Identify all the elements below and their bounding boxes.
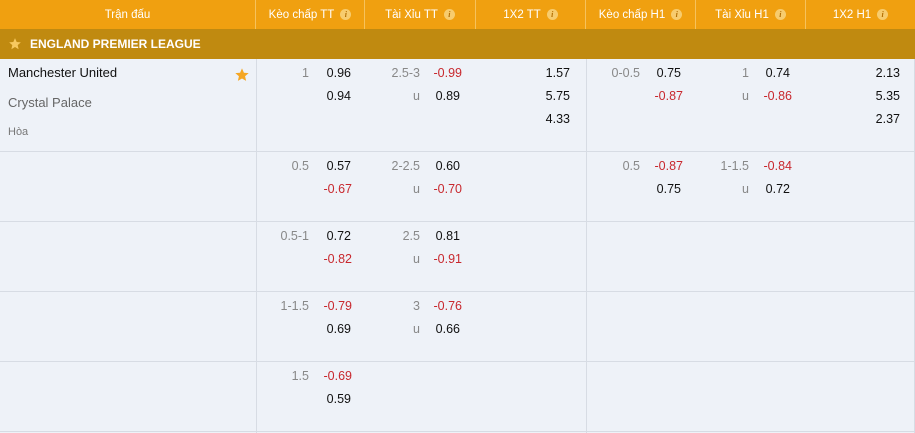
row-divider xyxy=(0,291,915,292)
hdp-ft-away-odds[interactable]: 0.94 xyxy=(327,89,351,103)
col-header-1x2-ft[interactable]: 1X2 TT i xyxy=(476,0,586,29)
ou-ft-under-odds[interactable]: 0.89 xyxy=(436,89,460,103)
hdp-ft-home-odds[interactable]: 0.72 xyxy=(327,229,351,243)
ou-ft-over-odds[interactable]: 0.81 xyxy=(436,229,460,243)
ou-ft-under-label: u xyxy=(413,252,420,266)
col-header-hdp-h1[interactable]: Kèo chấp H1 i xyxy=(586,0,696,29)
hdp-ft-away-odds[interactable]: 0.69 xyxy=(327,322,351,336)
row-divider xyxy=(0,151,915,152)
hdp-h1-line: 0-0.5 xyxy=(611,66,641,80)
1x2-ft-home-odds[interactable]: 1.57 xyxy=(546,66,570,80)
hdp-ft-away-odds[interactable]: 0.59 xyxy=(327,392,351,406)
1x2-h1-home-odds[interactable]: 2.13 xyxy=(876,66,900,80)
ou-ft-under-odds[interactable]: 0.66 xyxy=(436,322,460,336)
1x2-h1-draw-odds[interactable]: 2.37 xyxy=(876,112,900,126)
info-icon[interactable]: i xyxy=(443,9,455,20)
col-header-hdp-ft-label: Kèo chấp TT xyxy=(268,8,335,21)
column-divider xyxy=(586,59,587,433)
ou-h1-under-label: u xyxy=(742,89,749,103)
ou-h1-over-odds[interactable]: -0.84 xyxy=(764,159,793,173)
ou-h1-over-odds[interactable]: 0.74 xyxy=(766,66,790,80)
col-header-ou-ft[interactable]: Tài Xỉu TT i xyxy=(365,0,476,29)
odds-table-header: Trận đấu Kèo chấp TT i Tài Xỉu TT i 1X2 … xyxy=(0,0,915,29)
hdp-ft-home-odds[interactable]: 0.96 xyxy=(327,66,351,80)
1x2-h1-away-odds[interactable]: 5.35 xyxy=(876,89,900,103)
draw-label: Hòa xyxy=(8,126,29,138)
col-header-match: Trận đấu xyxy=(0,0,256,29)
ou-ft-under-odds[interactable]: -0.91 xyxy=(434,252,463,266)
hdp-ft-home-odds[interactable]: -0.79 xyxy=(324,299,353,313)
ou-h1-line: 1 xyxy=(742,66,749,80)
info-icon[interactable]: i xyxy=(877,9,889,20)
ou-h1-under-label: u xyxy=(742,182,749,196)
ou-ft-line: 2.5 xyxy=(402,229,420,243)
hdp-h1-line: 0.5 xyxy=(622,159,640,173)
ou-ft-line: 2.5-3 xyxy=(391,66,421,80)
hdp-ft-line: 1.5 xyxy=(291,369,309,383)
hdp-ft-away-odds[interactable]: -0.67 xyxy=(324,182,353,196)
ou-ft-under-odds[interactable]: -0.70 xyxy=(434,182,463,196)
ou-ft-under-label: u xyxy=(413,89,420,103)
league-bar[interactable]: ENGLAND PREMIER LEAGUE xyxy=(0,29,915,59)
odds-grid: Manchester United Crystal Palace Hòa 1 0… xyxy=(0,59,915,433)
hdp-h1-away-odds[interactable]: -0.87 xyxy=(655,89,684,103)
row-divider xyxy=(0,361,915,362)
col-header-ou-ft-label: Tài Xỉu TT xyxy=(385,8,438,21)
hdp-ft-line: 1-1.5 xyxy=(280,299,310,313)
ou-h1-line: 1-1.5 xyxy=(720,159,750,173)
col-header-hdp-h1-label: Kèo chấp H1 xyxy=(598,8,666,21)
home-team-name[interactable]: Manchester United xyxy=(8,65,117,80)
col-header-ou-h1[interactable]: Tài Xỉu H1 i xyxy=(696,0,806,29)
col-header-ou-h1-label: Tài Xỉu H1 xyxy=(715,8,769,21)
hdp-ft-home-odds[interactable]: -0.69 xyxy=(324,369,353,383)
row-divider xyxy=(0,431,915,432)
star-icon[interactable] xyxy=(8,37,22,51)
ou-ft-over-odds[interactable]: 0.60 xyxy=(436,159,460,173)
col-header-1x2-h1[interactable]: 1X2 H1 i xyxy=(806,0,915,29)
info-icon[interactable]: i xyxy=(546,9,558,20)
1x2-ft-draw-odds[interactable]: 4.33 xyxy=(546,112,570,126)
league-name: ENGLAND PREMIER LEAGUE xyxy=(30,37,201,51)
ou-ft-under-label: u xyxy=(413,322,420,336)
ou-ft-line: 3 xyxy=(413,299,420,313)
hdp-h1-home-odds[interactable]: 0.75 xyxy=(657,66,681,80)
favorite-star-icon[interactable] xyxy=(234,67,250,83)
hdp-ft-home-odds[interactable]: 0.57 xyxy=(327,159,351,173)
col-header-1x2-h1-label: 1X2 H1 xyxy=(832,8,872,21)
info-icon[interactable]: i xyxy=(774,9,786,20)
hdp-ft-line: 0.5 xyxy=(291,159,309,173)
hdp-ft-line: 0.5-1 xyxy=(280,229,310,243)
hdp-h1-away-odds[interactable]: 0.75 xyxy=(657,182,681,196)
ou-ft-over-odds[interactable]: -0.76 xyxy=(434,299,463,313)
info-icon[interactable]: i xyxy=(671,9,683,20)
info-icon[interactable]: i xyxy=(340,9,352,20)
ou-ft-under-label: u xyxy=(413,182,420,196)
away-team-name[interactable]: Crystal Palace xyxy=(8,95,92,110)
column-divider xyxy=(256,59,257,433)
1x2-ft-away-odds[interactable]: 5.75 xyxy=(546,89,570,103)
ou-h1-under-odds[interactable]: 0.72 xyxy=(766,182,790,196)
ou-ft-line: 2-2.5 xyxy=(391,159,421,173)
col-header-1x2-ft-label: 1X2 TT xyxy=(503,8,541,21)
col-header-match-label: Trận đấu xyxy=(104,8,151,21)
hdp-h1-home-odds[interactable]: -0.87 xyxy=(655,159,684,173)
hdp-ft-away-odds[interactable]: -0.82 xyxy=(324,252,353,266)
ou-h1-under-odds[interactable]: -0.86 xyxy=(764,89,793,103)
col-header-hdp-ft[interactable]: Kèo chấp TT i xyxy=(256,0,365,29)
row-divider xyxy=(0,221,915,222)
hdp-ft-line: 1 xyxy=(302,66,309,80)
ou-ft-over-odds[interactable]: -0.99 xyxy=(434,66,463,80)
